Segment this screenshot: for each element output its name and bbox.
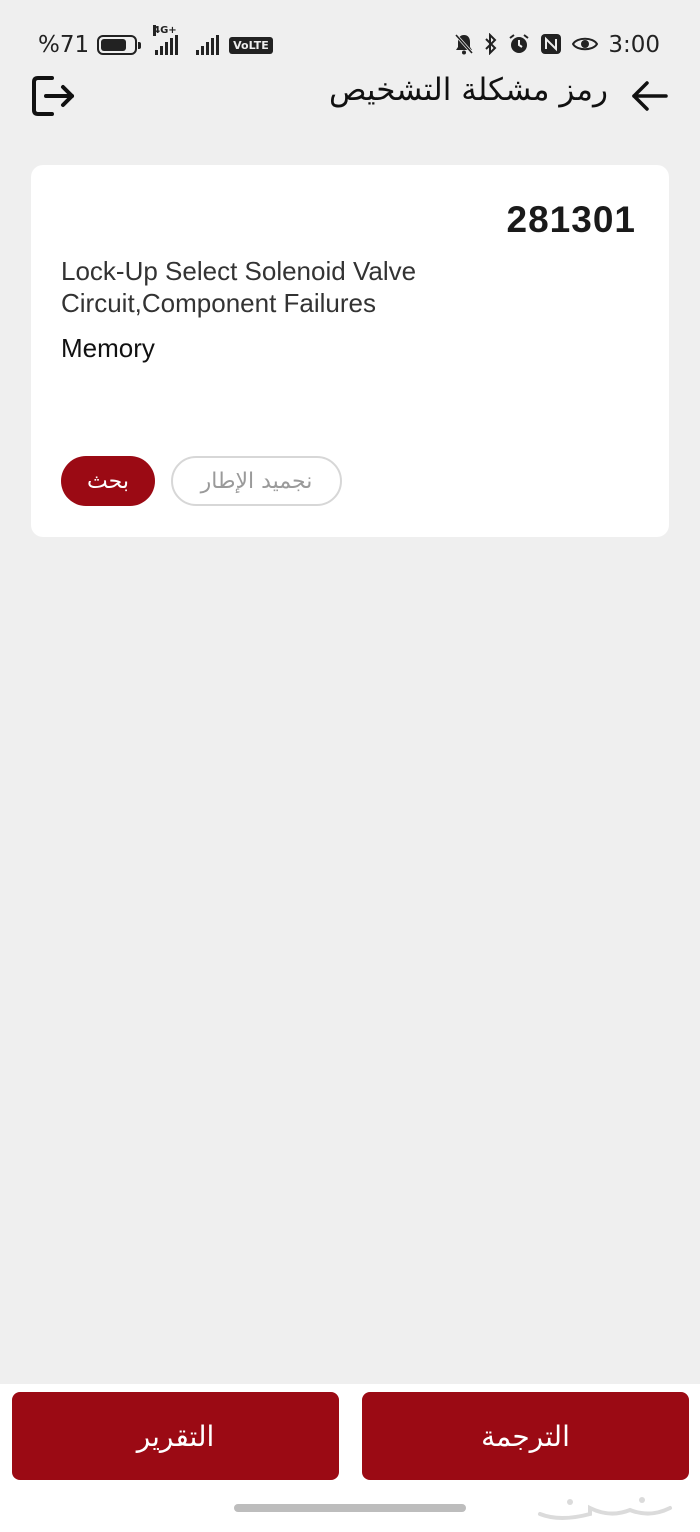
signal-4g-icon: 4G+ — [153, 25, 179, 55]
battery-percentage: %71 — [38, 32, 90, 58]
freeze-frame-button[interactable]: نجميد الإطار — [171, 456, 342, 506]
app-header: رمز مشكلة التشخيص — [0, 62, 700, 132]
status-bar-left: %71 4G+ VoLTE — [38, 25, 273, 58]
exit-icon[interactable] — [30, 74, 78, 118]
report-button[interactable]: التقرير — [12, 1392, 339, 1480]
dtc-status: Memory — [61, 333, 155, 363]
home-indicator[interactable] — [234, 1504, 466, 1512]
signal-icon — [196, 35, 220, 55]
status-bar: %71 4G+ VoLTE 3:00 — [0, 0, 700, 62]
eye-icon — [572, 35, 599, 56]
status-bar-right: 3:00 — [454, 32, 660, 58]
screen: %71 4G+ VoLTE 3:00 رمز مشكلة التشخيص 281… — [0, 0, 700, 1532]
clock-time: 3:00 — [608, 32, 660, 58]
alarm-icon — [508, 33, 530, 58]
volte-badge: VoLTE — [229, 36, 273, 54]
network-tag: 4G+ — [153, 25, 177, 36]
watermark-logo — [530, 1488, 680, 1528]
dtc-description: Lock-Up Select Solenoid Valve Circuit,Co… — [61, 256, 417, 318]
back-arrow-icon[interactable] — [630, 76, 670, 116]
page-title: رمز مشكلة التشخيص — [328, 72, 608, 108]
translate-button[interactable]: الترجمة — [362, 1392, 689, 1480]
bottom-action-bar: التقرير الترجمة — [0, 1384, 700, 1532]
nfc-icon — [540, 33, 562, 58]
dtc-card: 281301 Lock-Up Select Solenoid Valve Cir… — [31, 165, 669, 537]
dtc-code: 281301 — [506, 199, 636, 240]
search-button[interactable]: بحث — [61, 456, 155, 506]
bluetooth-icon — [484, 32, 498, 58]
bell-off-icon — [454, 33, 474, 58]
battery-icon — [97, 35, 142, 55]
